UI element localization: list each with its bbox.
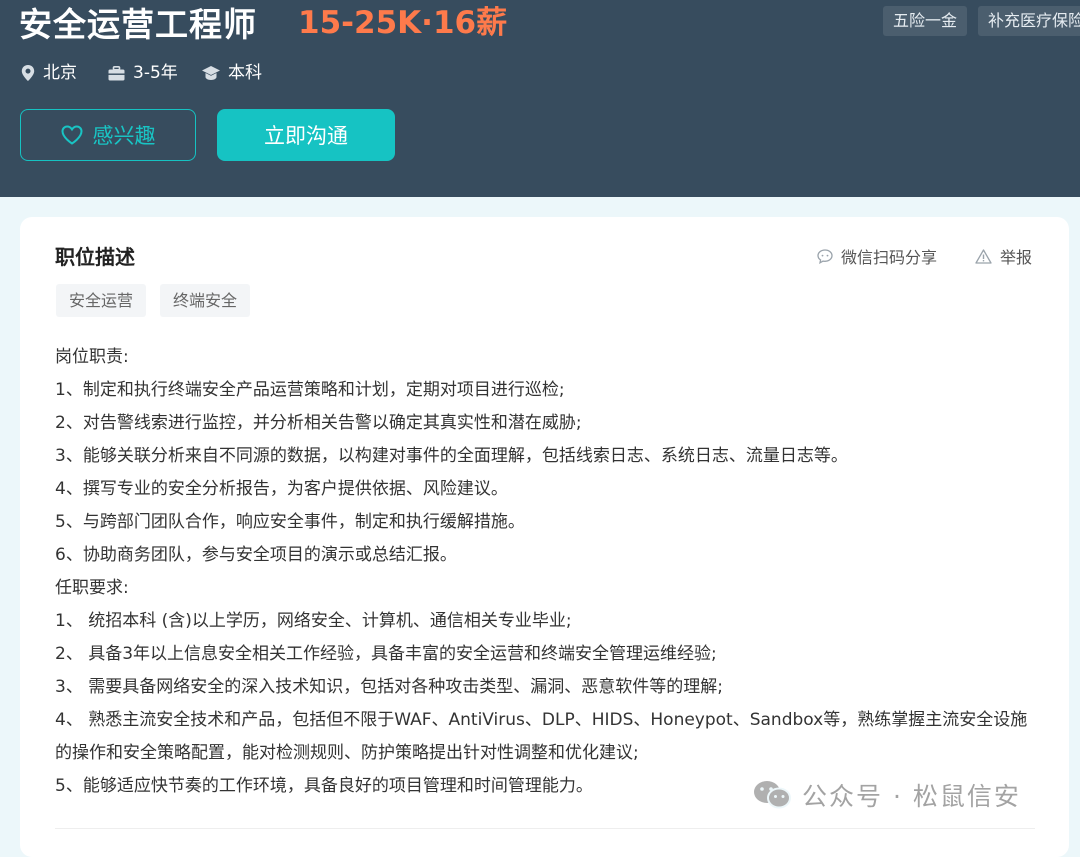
chat-now-button[interactable]: 立即沟通 [217, 109, 395, 161]
divider [55, 828, 1035, 829]
description-line: 2、对告警线索进行监控，并分析相关告警以确定其真实性和潜在威胁; [55, 413, 582, 433]
report-link[interactable]: 举报 [975, 244, 1032, 268]
interest-button-label: 感兴趣 [92, 124, 156, 148]
wechat-icon [754, 781, 791, 809]
watermark-label: 公众号 · 松鼠信安 [802, 782, 1021, 811]
description-line: 4、 熟悉主流安全技术和产品，包括但不限于WAF、AntiVirus、DLP、H… [55, 710, 1028, 763]
chat-bubble-icon [817, 248, 833, 264]
job-city-label: 北京 [43, 63, 77, 83]
job-city: 北京 [21, 60, 77, 86]
graduation-cap-icon [202, 65, 220, 80]
description-line: 1、 统招本科 (含)以上学历，网络安全、计算机、通信相关专业毕业; [55, 611, 572, 631]
interest-button[interactable]: 感兴趣 [20, 109, 196, 161]
job-header: 安全运营工程师 15-25K·16薪 五险一金 补充医疗保险 北京 3-5年 本… [0, 0, 1080, 197]
description-line: 3、 需要具备网络安全的深入技术知识，包括对各种攻击类型、漏洞、恶意软件等的理解… [55, 677, 723, 697]
heart-icon [60, 125, 83, 145]
job-description-text: 岗位职责: 1、制定和执行终端安全产品运营策略和计划，定期对项目进行巡检; 2、… [55, 341, 1040, 803]
section-title: 职位描述 [55, 245, 135, 269]
description-heading: 岗位职责: [55, 347, 129, 367]
description-line: 4、撰写专业的安全分析报告，为客户提供依据、风险建议。 [55, 479, 508, 499]
description-line: 1、制定和执行终端安全产品运营策略和计划，定期对项目进行巡检; [55, 380, 565, 400]
benefit-tag: 补充医疗保险 [978, 6, 1080, 36]
location-pin-icon [21, 65, 35, 81]
benefit-tag: 五险一金 [883, 6, 968, 36]
description-line: 2、 具备3年以上信息安全相关工作经验，具备丰富的安全运营和终端安全管理运维经验… [55, 644, 717, 664]
watermark: 公众号 · 松鼠信安 [752, 778, 1021, 812]
job-education: 本科 [202, 60, 262, 86]
warning-icon [975, 248, 992, 264]
job-experience-label: 3-5年 [133, 63, 178, 83]
briefcase-icon [108, 65, 125, 80]
salary: 15-25K·16薪 [298, 5, 508, 41]
wechat-share-link[interactable]: 微信扫码分享 [817, 244, 937, 268]
skill-tag[interactable]: 终端安全 [160, 284, 251, 317]
job-experience: 3-5年 [108, 60, 178, 86]
job-description-card: 职位描述 微信扫码分享 举报 安全运营 终端安全 岗位职责: 1、制定和执行终端… [20, 217, 1069, 857]
description-line: 6、协助商务团队，参与安全项目的演示或总结汇报。 [55, 545, 457, 565]
job-education-label: 本科 [228, 63, 262, 83]
job-title: 安全运营工程师 [19, 5, 257, 44]
skill-tag[interactable]: 安全运营 [56, 284, 147, 317]
description-line: 3、能够关联分析来自不同源的数据，以构建对事件的全面理解，包括线索日志、系统日志… [55, 446, 848, 466]
wechat-share-label: 微信扫码分享 [841, 248, 938, 267]
description-line: 5、与跨部门团队合作，响应安全事件，制定和执行缓解措施。 [55, 512, 525, 532]
report-label: 举报 [1000, 248, 1033, 267]
description-heading: 任职要求: [55, 578, 129, 598]
